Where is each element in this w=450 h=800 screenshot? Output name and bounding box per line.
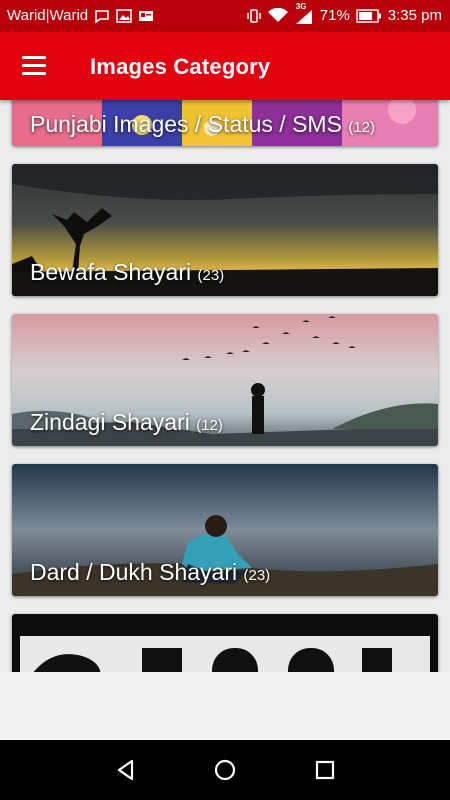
carrier-text: Warid|Warid <box>7 7 89 24</box>
category-card-dard[interactable]: Dard / Dukh Shayari (23) <box>12 464 438 596</box>
category-name: Zindagi Shayari <box>30 409 190 435</box>
card-image <box>12 614 438 672</box>
category-count: (12) <box>196 417 223 434</box>
page-title: Images Category <box>90 54 271 79</box>
app-bar: Images Category <box>0 32 450 100</box>
battery-icon <box>356 8 381 23</box>
category-count: (23) <box>197 267 225 284</box>
signal-icon: 3G <box>294 2 314 24</box>
card-notification-icon <box>139 10 154 21</box>
category-title: Zindagi Shayari (12) <box>30 409 223 436</box>
category-card-bewafa[interactable]: Bewafa Shayari (23) <box>12 164 438 296</box>
back-icon[interactable] <box>114 758 138 782</box>
category-card-zindagi[interactable]: Zindagi Shayari (12) <box>12 314 438 446</box>
recents-icon[interactable] <box>313 758 337 782</box>
navigation-bar <box>0 740 450 800</box>
category-name: Bewafa Shayari <box>30 259 192 285</box>
image-notification-icon <box>116 8 132 23</box>
empty-area <box>0 672 450 740</box>
category-title: Bewafa Shayari (23) <box>30 259 224 286</box>
battery-percent: 71% <box>319 7 350 24</box>
category-card-next[interactable] <box>12 614 438 672</box>
category-list[interactable]: Punjabi Images / Status / SMS (12) Bewaf… <box>0 100 450 672</box>
status-right: 3G 71% 3:35 pm <box>246 2 442 24</box>
status-bar: Warid|Warid 3G 71% 3:35 pm <box>0 0 450 32</box>
category-count: (23) <box>243 567 271 584</box>
chat-notification-icon <box>95 9 109 23</box>
menu-icon[interactable] <box>22 56 46 76</box>
category-name: Dard / Dukh Shayari <box>30 559 238 585</box>
category-title: Dard / Dukh Shayari (23) <box>30 559 270 586</box>
category-title: Punjabi Images / Status / SMS (12) <box>30 111 375 138</box>
clock: 3:35 pm <box>387 7 442 24</box>
category-card-punjabi[interactable]: Punjabi Images / Status / SMS (12) <box>12 100 438 146</box>
vibrate-icon <box>247 8 261 23</box>
home-icon[interactable] <box>213 758 237 782</box>
wifi-icon <box>267 8 288 22</box>
category-name: Punjabi Images / Status / SMS <box>30 111 342 137</box>
category-count: (12) <box>348 119 376 136</box>
status-left: Warid|Warid <box>7 7 154 24</box>
